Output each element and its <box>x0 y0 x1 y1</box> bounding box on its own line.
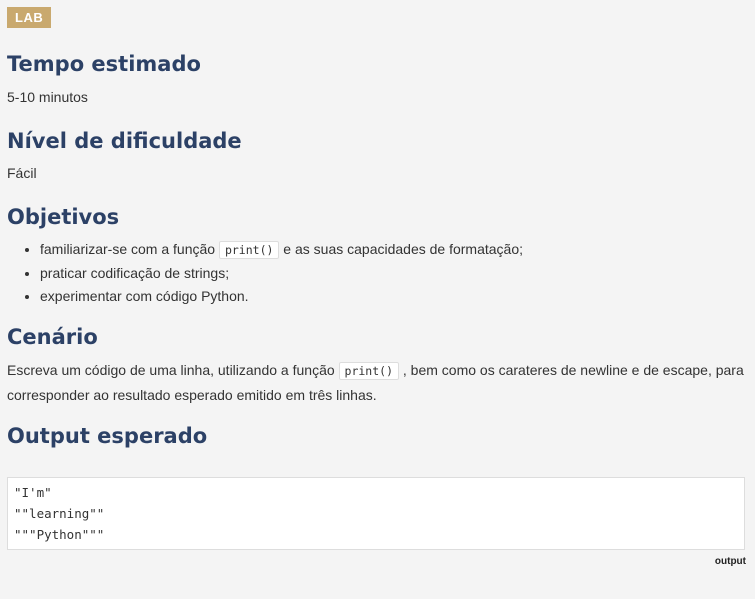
expected-output-heading: Output esperado <box>7 424 208 448</box>
objectives-list: familiarizar-se com a função print() e a… <box>7 238 748 308</box>
output-caption: output <box>714 556 746 567</box>
objective-item: familiarizar-se com a função print() e a… <box>40 238 748 262</box>
lab-badge: LAB <box>7 7 52 28</box>
lab-page: LAB Tempo estimado 5-10 minutos Nível de… <box>0 0 755 567</box>
difficulty-heading: Nível de dificuldade <box>7 129 242 153</box>
output-line: """Python""" <box>14 527 105 542</box>
objective-item: experimentar com código Python. <box>40 285 748 308</box>
objective-text-after: e as suas capacidades de formatação; <box>279 241 524 257</box>
objectives-heading: Objetivos <box>7 205 120 229</box>
inline-code: print() <box>338 362 399 380</box>
difficulty-value: Fácil <box>7 165 37 181</box>
inline-code: print() <box>218 241 280 259</box>
estimated-time-value: 5-10 minutos <box>7 89 88 105</box>
scenario-heading: Cenário <box>7 325 98 349</box>
output-line: "I'm" <box>14 485 52 500</box>
objective-text-before: familiarizar-se com a função <box>40 241 219 257</box>
output-line: ""learning"" <box>14 506 105 521</box>
objective-item: praticar codificação de strings; <box>40 262 748 285</box>
estimated-time-heading: Tempo estimado <box>7 52 201 76</box>
scenario-text-before: Escreva um código de uma linha, utilizan… <box>7 362 339 378</box>
scenario-text: Escreva um código de uma linha, utilizan… <box>7 358 748 407</box>
expected-output-box: "I'm" ""learning"" """Python""" <box>7 477 745 550</box>
